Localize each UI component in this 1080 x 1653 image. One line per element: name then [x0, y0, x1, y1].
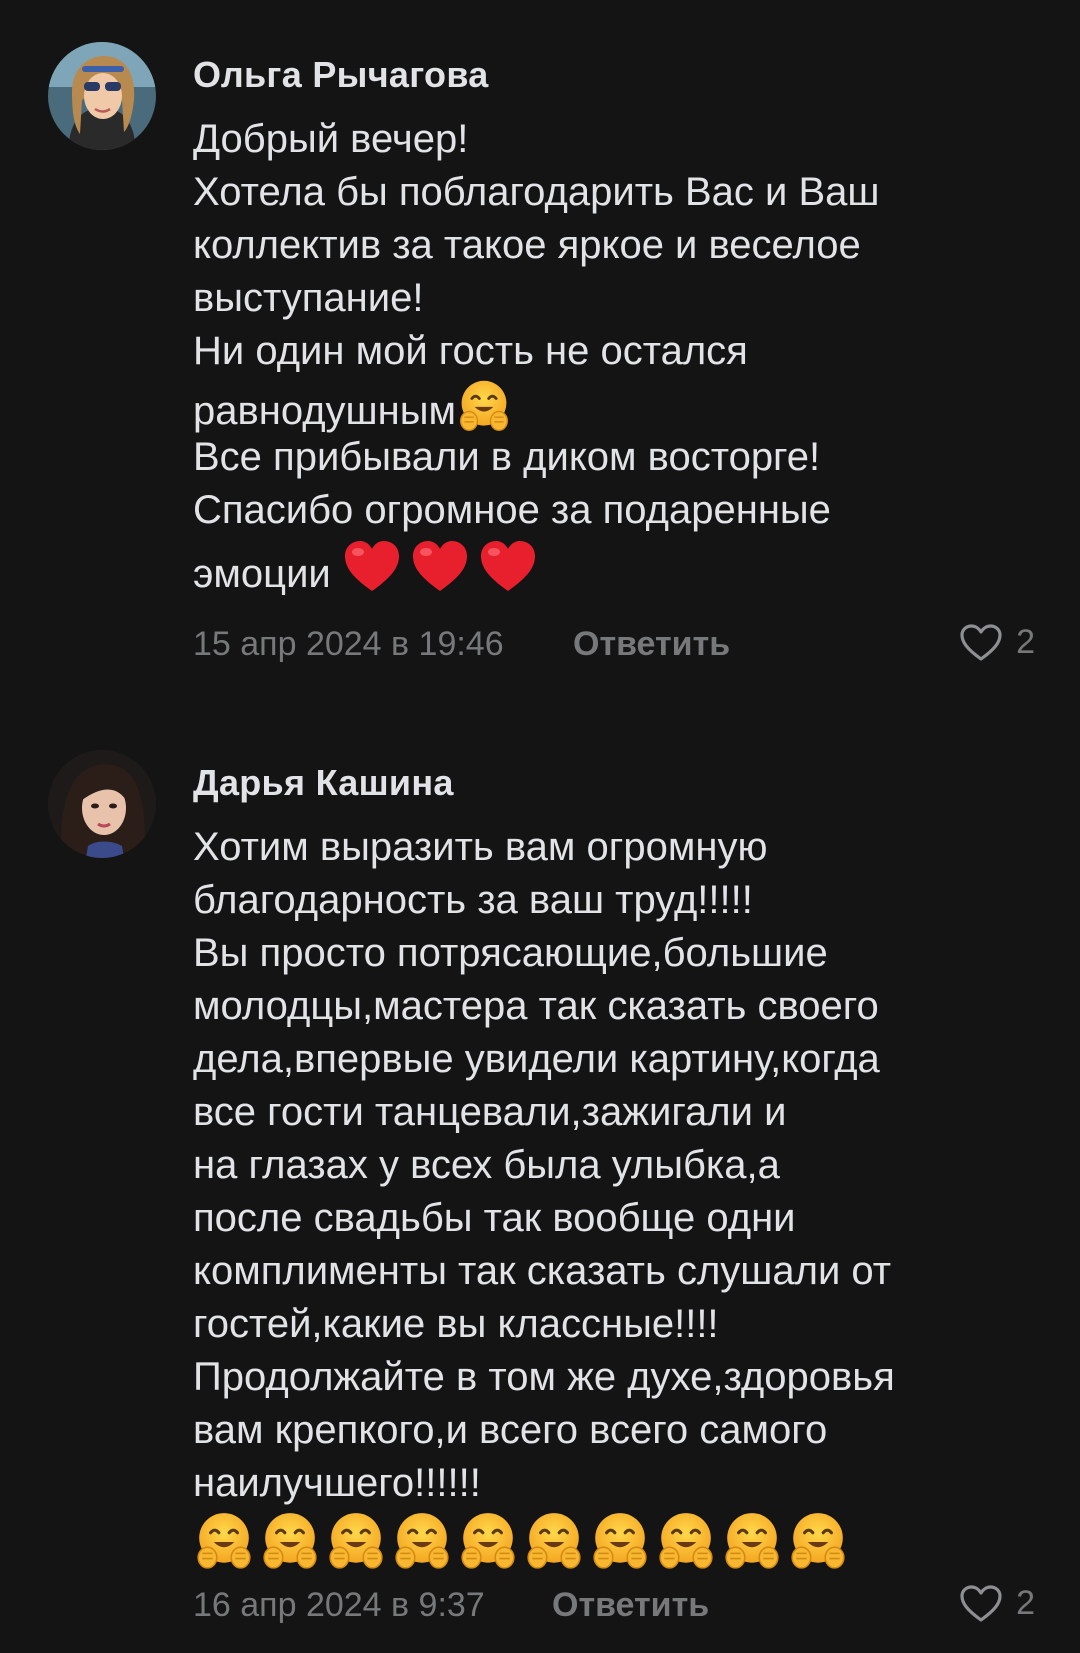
hugging-face-emoji [457, 1510, 519, 1572]
emoji-row [193, 1510, 1053, 1570]
comment-text-line: благодарность за ваш труд!!!!! [193, 878, 753, 922]
comment-text-line: коллектив за такое яркое и веселое [193, 223, 861, 267]
red-heart-emoji [410, 537, 470, 597]
avatar[interactable] [48, 750, 156, 858]
user-photo-icon [48, 42, 156, 150]
hugging-face-emoji [259, 1510, 321, 1572]
comment-text-line: вам крепкого,и всего всего самого [193, 1408, 828, 1452]
comment-date[interactable]: 16 апр 2024 в 9:37 [193, 1586, 485, 1625]
comment-text-line: эмоции [193, 552, 331, 596]
comment-text-line: Продолжайте в том же духе,здоровья [193, 1355, 895, 1399]
hugging-face-emoji [456, 378, 512, 434]
red-heart-emoji [478, 537, 538, 597]
comment-text-line: выступание! [193, 276, 424, 320]
comment-text-line-with-emoji: эмоции [193, 537, 1053, 596]
comment-text-line: Хотела бы поблагодарить Вас и Ваш [193, 170, 880, 214]
comment-text-line: Вы просто потрясающие,большие [193, 931, 828, 975]
comment-text-line: равнодушным [193, 389, 456, 433]
comment-text-line-with-emoji: равнодушным [193, 378, 1053, 434]
heart-outline-icon [960, 1584, 1002, 1622]
comment-text-line: на глазах у всех была улыбка,а [193, 1143, 780, 1187]
comment-author[interactable]: Дарья Кашина [193, 762, 454, 804]
hugging-face-emoji [655, 1510, 717, 1572]
comment-meta: 16 апр 2024 в 9:37 Ответить 2 [193, 1584, 1035, 1630]
like-count: 2 [1016, 1584, 1035, 1622]
hugging-face-emoji [391, 1510, 453, 1572]
comment-text-line: после свадьбы так вообще одни [193, 1196, 796, 1240]
heart-outline-icon [960, 623, 1002, 661]
reply-button[interactable]: Ответить [552, 1586, 709, 1625]
hugging-face-emoji [787, 1510, 849, 1572]
comment-text-line: наилучшего!!!!!! [193, 1461, 481, 1505]
comment-text-line: гостей,какие вы классные!!!! [193, 1302, 719, 1346]
comment-text-line: Ни один мой гость не остался [193, 329, 748, 373]
comment-text-line: Все прибывали в диком восторге! [193, 435, 821, 479]
avatar[interactable] [48, 42, 156, 150]
like-count: 2 [1016, 623, 1035, 661]
comment-meta: 15 апр 2024 в 19:46 Ответить 2 [193, 623, 1035, 669]
comment-text-line: все гости танцевали,зажигали и [193, 1090, 787, 1134]
user-photo-icon [48, 750, 156, 858]
comment-text-line: дела,впервые увидели картину,когда [193, 1037, 880, 1081]
like-button[interactable]: 2 [960, 623, 1035, 662]
comment-text: Добрый вечер! Хотела бы поблагодарить Ва… [193, 113, 1053, 596]
like-button[interactable]: 2 [960, 1584, 1035, 1623]
red-heart-emoji [342, 537, 402, 597]
reply-button[interactable]: Ответить [573, 625, 730, 664]
comment-author[interactable]: Ольга Рычагова [193, 54, 489, 96]
comment-text-line: молодцы,мастера так сказать своего [193, 984, 879, 1028]
comment-text-line: Спасибо огромное за подаренные [193, 488, 831, 532]
hugging-face-emoji [589, 1510, 651, 1572]
comment-date[interactable]: 15 апр 2024 в 19:46 [193, 625, 504, 664]
comment-text-line: комплименты так сказать слушали от [193, 1249, 892, 1293]
hugging-face-emoji [523, 1510, 585, 1572]
hugging-face-emoji [721, 1510, 783, 1572]
hugging-face-emoji [193, 1510, 255, 1572]
comment-text: Хотим выразить вам огромную благодарност… [193, 821, 1053, 1570]
comment-text-line: Добрый вечер! [193, 117, 469, 161]
hugging-face-emoji [325, 1510, 387, 1572]
comment-text-line: Хотим выразить вам огромную [193, 825, 768, 869]
